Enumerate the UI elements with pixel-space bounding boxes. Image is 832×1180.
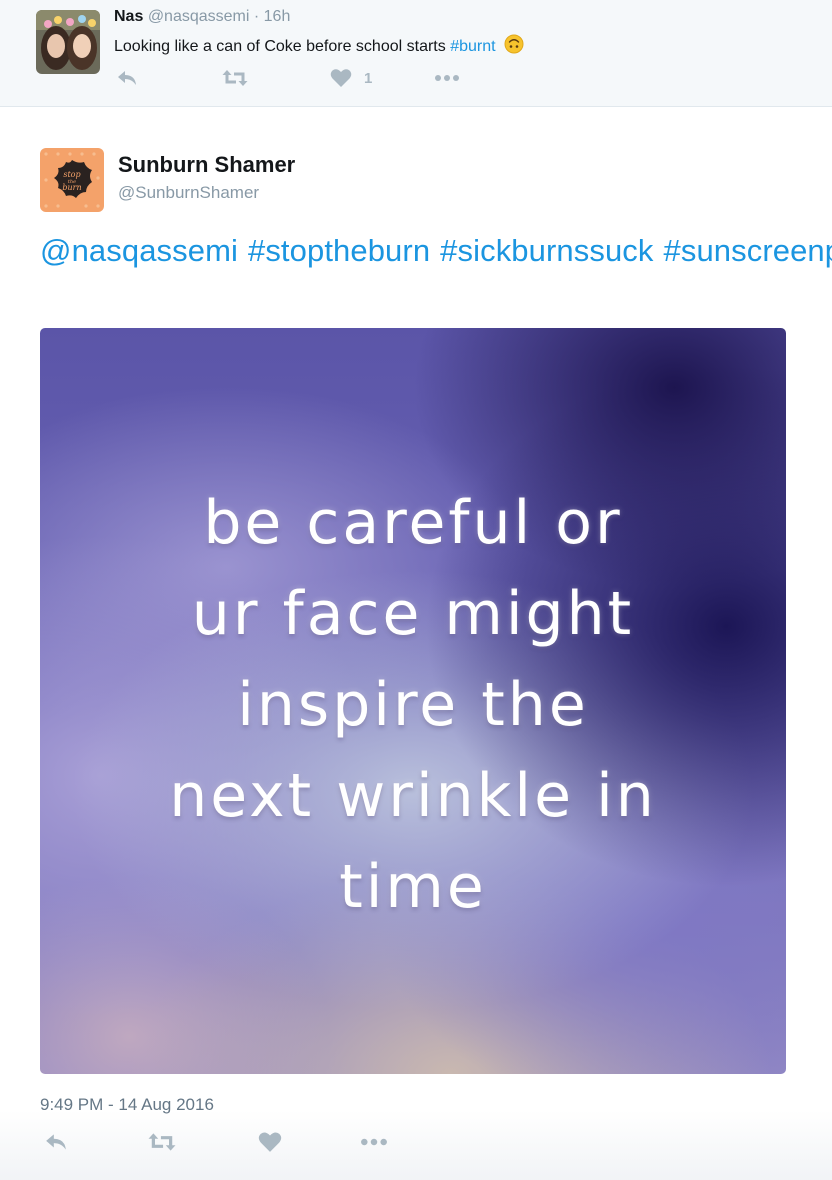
retweet-icon — [222, 70, 248, 86]
upside-down-face-icon — [504, 34, 524, 54]
like-button[interactable] — [258, 1130, 282, 1154]
separator-dot: · — [249, 8, 264, 25]
handle[interactable]: @SunburnShamer — [118, 183, 259, 203]
display-name[interactable]: Nas — [114, 8, 143, 25]
timestamp[interactable]: 16h — [264, 8, 291, 25]
more-button[interactable] — [360, 1130, 388, 1154]
hashtag-link[interactable]: #sunscreenpls — [664, 233, 832, 268]
more-icon — [361, 1138, 387, 1146]
display-name[interactable]: Sunburn Shamer — [118, 152, 295, 178]
reply-icon — [46, 1134, 66, 1150]
avatar[interactable] — [36, 10, 100, 74]
quote-line: next wrinkle in — [169, 761, 657, 831]
quote-line: inspire the — [237, 670, 589, 740]
hashtag-link[interactable]: #stoptheburn — [248, 233, 430, 268]
stop-the-burn-logo: stop the burn — [40, 148, 104, 212]
reply-button[interactable] — [116, 66, 138, 90]
hashtag-link[interactable]: #sickburnssuck — [440, 233, 653, 268]
quote-line: ur face might — [191, 579, 635, 649]
retweet-button[interactable] — [148, 1130, 176, 1154]
tweet-body: Looking like a can of Coke before school… — [114, 38, 446, 55]
parent-tweet-text: Looking like a can of Coke before school… — [114, 34, 524, 56]
svg-text:stop: stop — [63, 170, 80, 179]
heart-icon — [330, 69, 352, 87]
tweet-actions — [40, 1128, 440, 1156]
reply-button[interactable] — [44, 1130, 68, 1154]
avatar-photo — [36, 10, 100, 74]
tweet-image[interactable]: be careful or ur face might inspire the … — [40, 328, 786, 1074]
handle[interactable]: @nasqassemi — [148, 8, 250, 25]
retweet-icon — [148, 1133, 176, 1151]
like-count: 1 — [364, 69, 373, 87]
more-button[interactable] — [434, 66, 460, 90]
more-icon — [435, 75, 459, 81]
quote-line: time — [339, 852, 487, 922]
retweet-button[interactable] — [222, 66, 248, 90]
svg-text:burn: burn — [62, 183, 81, 192]
tweet-text: @nasqassemi #stoptheburn #sickburnssuck #su… — [40, 230, 832, 272]
heart-icon — [258, 1132, 282, 1152]
parent-tweet-header: Nas @nasqassemi · 16h — [114, 8, 290, 26]
like-button[interactable]: 1 — [330, 66, 372, 90]
mention-link[interactable]: @nasqassemi — [40, 233, 238, 268]
image-quote-text: be careful or ur face might inspire the … — [40, 478, 786, 933]
parent-tweet[interactable]: Nas @nasqassemi · 16h Looking like a can… — [0, 0, 832, 107]
parent-tweet-actions: 1 — [114, 66, 474, 90]
tweet-timestamp[interactable]: 9:49 PM - 14 Aug 2016 — [40, 1095, 214, 1115]
reply-icon — [118, 71, 136, 85]
quote-line: be careful or — [203, 488, 623, 558]
avatar[interactable]: stop the burn — [40, 148, 104, 212]
hashtag-link[interactable]: #burnt — [450, 38, 495, 55]
